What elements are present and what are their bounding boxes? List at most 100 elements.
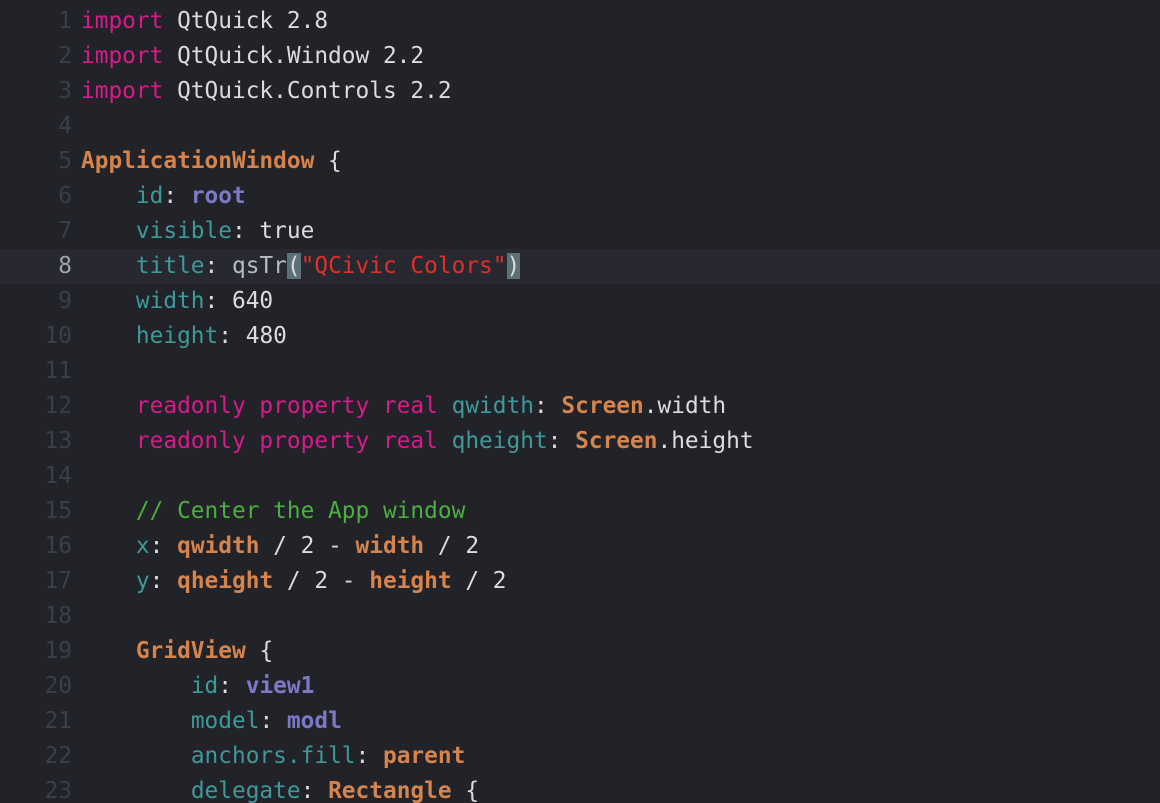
code-text: :: [300, 778, 329, 803]
line-number: 11: [44, 358, 72, 384]
code-text: :: [218, 673, 246, 699]
code-text: / 2 -: [259, 533, 356, 559]
code-line[interactable]: 1 import QtQuick 2.8: [0, 4, 1160, 39]
line-code: id: root: [81, 179, 246, 214]
code-line[interactable]: 14: [0, 459, 1160, 494]
code-line[interactable]: 23 delegate: Rectangle {: [0, 774, 1160, 803]
keyword-token: readonly property real: [135, 393, 438, 419]
property-token: y: [135, 568, 150, 594]
line-number: 16: [44, 533, 72, 559]
line-code: GridView {: [81, 634, 273, 669]
line-code: import QtQuick.Controls 2.2: [81, 74, 452, 109]
code-line[interactable]: 10 height: 480: [0, 319, 1160, 354]
line-number: 4: [58, 113, 72, 139]
line-code: import QtQuick 2.8: [81, 4, 328, 39]
code-text: :: [533, 393, 562, 419]
line-number: 19: [44, 638, 72, 664]
code-line[interactable]: 9 width: 640: [0, 284, 1160, 319]
code-text: {: [314, 148, 342, 174]
matched-bracket: ): [506, 253, 521, 279]
code-line[interactable]: 4: [0, 109, 1160, 144]
code-line[interactable]: 3 import QtQuick.Controls 2.2: [0, 74, 1160, 109]
line-number: 22: [44, 743, 72, 769]
code-line[interactable]: 15 // Center the App window: [0, 494, 1160, 529]
code-text: : true: [231, 218, 315, 244]
code-editor[interactable]: 1 import QtQuick 2.8 2 import QtQuick.Windo…: [0, 0, 1160, 803]
code-text: / 2: [424, 533, 480, 559]
code-line[interactable]: 21 model: modl: [0, 704, 1160, 739]
code-text: :: [259, 708, 287, 734]
code-text: : 480: [218, 323, 287, 349]
line-code: y: qheight / 2 - height / 2: [81, 564, 507, 599]
code-line[interactable]: 11: [0, 354, 1160, 389]
property-token: visible: [135, 218, 232, 244]
code-line[interactable]: 13 readonly property real qheight: Scree…: [0, 424, 1160, 459]
code-line[interactable]: 22 anchors.fill: parent: [0, 739, 1160, 774]
code-text: .height: [657, 428, 754, 454]
code-line[interactable]: 6 id: root: [0, 179, 1160, 214]
function-token: qsTr: [231, 253, 287, 279]
keyword-token: import: [81, 78, 164, 104]
code-text: QtQuick.Controls 2.2: [163, 78, 452, 104]
property-token: qwidth: [451, 393, 534, 419]
property-token: x: [135, 533, 150, 559]
property-token: width: [135, 288, 205, 314]
code-line[interactable]: 20 id: view1: [0, 669, 1160, 704]
property-token: id: [135, 183, 164, 209]
code-line[interactable]: 12 readonly property real qwidth: Screen…: [0, 389, 1160, 424]
code-text: {: [245, 638, 274, 664]
line-code: width: 640: [81, 284, 273, 319]
code-line[interactable]: 8 title: qsTr("QCivic Colors"): [0, 249, 1160, 284]
property-token: height: [135, 323, 219, 349]
line-number: 6: [58, 183, 72, 209]
code-line[interactable]: 5 ApplicationWindow {: [0, 144, 1160, 179]
comment-token: // Center the App window: [135, 498, 466, 524]
line-code: visible: true: [81, 214, 314, 249]
line-number: 14: [44, 463, 72, 489]
type-token: ApplicationWindow: [81, 148, 315, 174]
identifier-token: root: [190, 183, 246, 209]
code-text: :: [355, 743, 383, 769]
code-line[interactable]: 19 GridView {: [0, 634, 1160, 669]
line-number: 20: [44, 673, 72, 699]
line-number: 15: [44, 498, 72, 524]
type-token: width: [355, 533, 425, 559]
line-number: 21: [44, 708, 72, 734]
property-token: qheight: [451, 428, 548, 454]
line-number: 3: [58, 78, 72, 104]
line-code: ApplicationWindow {: [81, 144, 342, 179]
matched-bracket: (: [286, 253, 301, 279]
property-token: title: [135, 253, 205, 279]
property-token: model: [190, 708, 260, 734]
line-code: import QtQuick.Window 2.2: [81, 39, 424, 74]
code-text: :: [163, 183, 191, 209]
keyword-token: import: [81, 43, 164, 69]
code-line[interactable]: 17 y: qheight / 2 - height / 2: [0, 564, 1160, 599]
line-number: 10: [44, 323, 72, 349]
line-code: title: qsTr("QCivic Colors"): [81, 249, 521, 284]
identifier-token: modl: [286, 708, 342, 734]
line-number: 12: [44, 393, 72, 419]
type-token: qheight: [177, 568, 274, 594]
code-text: / 2: [451, 568, 507, 594]
line-number: 18: [44, 603, 72, 629]
line-number: 9: [58, 288, 72, 314]
code-line[interactable]: 18: [0, 599, 1160, 634]
code-line[interactable]: 16 x: qwidth / 2 - width / 2: [0, 529, 1160, 564]
line-number: 13: [44, 428, 72, 454]
code-line[interactable]: 7 visible: true: [0, 214, 1160, 249]
code-line[interactable]: 2 import QtQuick.Window 2.2: [0, 39, 1160, 74]
type-token: Rectangle: [328, 778, 452, 803]
